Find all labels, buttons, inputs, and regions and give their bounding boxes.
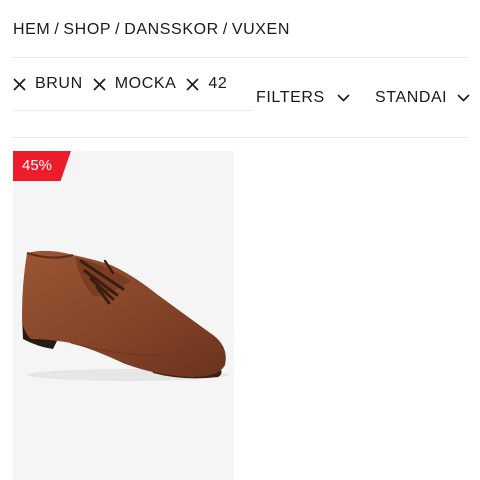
filter-chip-label: 42 xyxy=(208,75,228,92)
filters-dropdown-label: FILTERS xyxy=(256,89,325,106)
breadcrumb-adult: VUXEN xyxy=(231,21,290,38)
filter-chip-brun[interactable]: BRUN xyxy=(13,75,83,93)
breadcrumb-separator: / xyxy=(54,21,60,38)
breadcrumb-separator: / xyxy=(222,21,228,38)
filter-chip-mocka[interactable]: MOCKA xyxy=(93,75,177,93)
breadcrumb-divider xyxy=(13,57,467,58)
discount-badge: 45% xyxy=(13,151,71,181)
close-icon[interactable] xyxy=(186,77,199,91)
chevron-down-icon xyxy=(337,94,350,102)
chevron-down-icon xyxy=(457,94,470,102)
filters-dropdown[interactable]: FILTERS xyxy=(256,88,350,108)
sort-dropdown[interactable]: STANDARD xyxy=(375,88,470,108)
close-icon[interactable] xyxy=(13,77,26,91)
filter-chip-label: BRUN xyxy=(35,75,83,92)
product-listing-page: HEM / SHOP / DANSSKOR / VUXEN BRUN MOCKA 42 FI… xyxy=(0,0,480,480)
filter-chip-size-42[interactable]: 42 xyxy=(186,75,227,93)
product-card[interactable]: 45% xyxy=(13,151,234,480)
breadcrumb-dance-shoes[interactable]: DANSSKOR xyxy=(124,21,219,38)
sort-dropdown-label: STANDARD xyxy=(375,89,445,106)
breadcrumb-separator: / xyxy=(115,21,121,38)
breadcrumb: HEM / SHOP / DANSSKOR / VUXEN xyxy=(13,20,290,40)
breadcrumb-shop[interactable]: SHOP xyxy=(63,21,111,38)
breadcrumb-home[interactable]: HEM xyxy=(13,21,50,38)
filter-chips-underline xyxy=(13,110,253,111)
active-filter-chips: BRUN MOCKA 42 xyxy=(13,74,237,94)
close-icon[interactable] xyxy=(93,77,106,91)
toolbar-divider xyxy=(13,137,467,138)
product-image[interactable] xyxy=(13,243,234,393)
filter-chip-label: MOCKA xyxy=(114,75,177,92)
